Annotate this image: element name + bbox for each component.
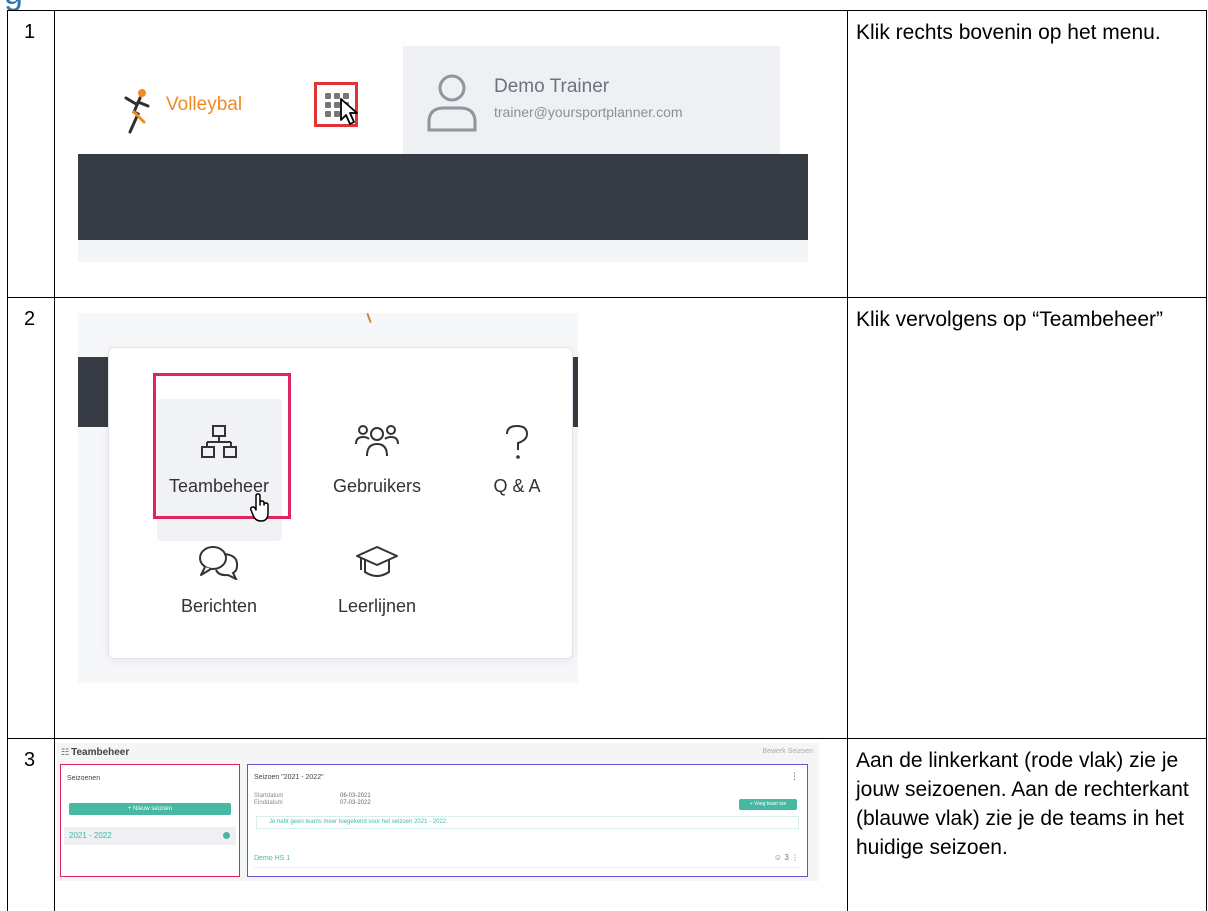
brand-label: Volleybal (166, 94, 243, 115)
pointer-cursor-icon (340, 98, 358, 125)
start-date-label: Startdatum (254, 793, 284, 799)
dark-navbar (78, 154, 808, 240)
navbar-shadow (78, 240, 808, 262)
logo-fragment (366, 313, 372, 324)
season-item[interactable]: 2021 - 2022 (64, 827, 236, 845)
no-teams-notice: Je hebt geen teams meer toegekend voor h… (256, 816, 799, 829)
start-date-value: 06-03-2021 (340, 793, 371, 799)
menu-item-label: Leerlijnen (337, 596, 417, 616)
menu-item-leerlijnen[interactable]: Leerlijnen (307, 544, 447, 617)
seasons-panel: Seizoenen + Nieuw seizoen 2021 - 2022 (60, 764, 240, 877)
graduation-cap-icon (356, 546, 398, 577)
user-name: Demo Trainer (494, 76, 610, 97)
teambeheer-screenshot: ☷ Teambeheer Bewerk Seizoen Seizoenen + N… (57, 743, 819, 881)
menu-item-qa[interactable]: Q & A (447, 424, 578, 497)
question-icon (506, 424, 529, 459)
team-name[interactable]: Demo HS 1 (254, 855, 290, 862)
menu-item-label: Gebruikers (332, 476, 422, 496)
apps-menu-screenshot: r Teambeheer (78, 313, 578, 683)
add-team-button[interactable]: + Voeg team toe (739, 799, 797, 810)
menu-item-gebruikers[interactable]: Gebruikers (307, 424, 447, 497)
team-meta: 3 (784, 853, 789, 862)
step-row-1: 1 Volleybal Demo Trainer trainer@yourspo… (7, 10, 1207, 298)
end-date-value: 07-03-2022 (340, 800, 371, 806)
step-row-3: 3 ☷ Teambeheer Bewerk Seizoen Seizoenen +… (7, 738, 1207, 911)
users-icon (355, 425, 399, 457)
step-number: 1 (7, 10, 55, 298)
step-number: 2 (7, 297, 55, 739)
season-label: 2021 - 2022 (69, 831, 112, 840)
end-date-label: Einddatum (254, 800, 283, 806)
step-description: Aan de linkerkant (rode vlak) zie je jou… (847, 738, 1207, 911)
apps-menu-panel: Teambeheer Gebruikers Q & A Berichten Le… (108, 347, 573, 659)
volleyball-player-icon (124, 89, 150, 134)
step-number: 3 (7, 738, 55, 911)
menu-item-label: Q & A (493, 476, 541, 496)
step-screenshot-cell: r Teambeheer (54, 297, 848, 739)
season-panel-title: Seizoen "2021 - 2022" (254, 774, 324, 781)
row-divider (254, 867, 800, 868)
user-avatar-icon (427, 74, 477, 132)
sitemap-icon: ☷ (61, 747, 70, 757)
menu-item-label: Berichten (180, 596, 258, 616)
page-title: ☷ Teambeheer (61, 747, 130, 758)
teams-panel: Seizoen "2021 - 2022" ⋮ Startdatum 06-03… (247, 764, 808, 877)
step-screenshot-cell: ☷ Teambeheer Bewerk Seizoen Seizoenen + N… (54, 738, 848, 911)
step-description: Klik vervolgens op “Teambeheer” (847, 297, 1207, 739)
edit-season-link[interactable]: Bewerk Seizoen (762, 748, 813, 755)
seasons-header: Seizoenen (67, 775, 101, 782)
team-actions[interactable]: ☺ 3 ⋮ (774, 853, 799, 862)
steps-table: 1 Volleybal Demo Trainer trainer@yourspo… (7, 10, 1207, 911)
header-screenshot: Volleybal Demo Trainer trainer@yoursport… (78, 46, 808, 272)
step-row-2: 2 r Teambeheer (7, 297, 1207, 739)
users-icon: ☺ (773, 853, 783, 862)
user-email: trainer@yoursportplanner.com (494, 104, 683, 120)
step-description: Klik rechts bovenin op het menu. (847, 10, 1207, 298)
active-season-icon (223, 832, 230, 839)
hand-cursor-icon (250, 493, 269, 522)
step-screenshot-cell: Volleybal Demo Trainer trainer@yoursport… (54, 10, 848, 298)
chat-icon (199, 546, 239, 580)
kebab-menu-icon[interactable]: ⋮ (790, 771, 799, 782)
new-season-button[interactable]: + Nieuw seizoen (69, 803, 231, 815)
menu-item-berichten[interactable]: Berichten (149, 544, 289, 617)
